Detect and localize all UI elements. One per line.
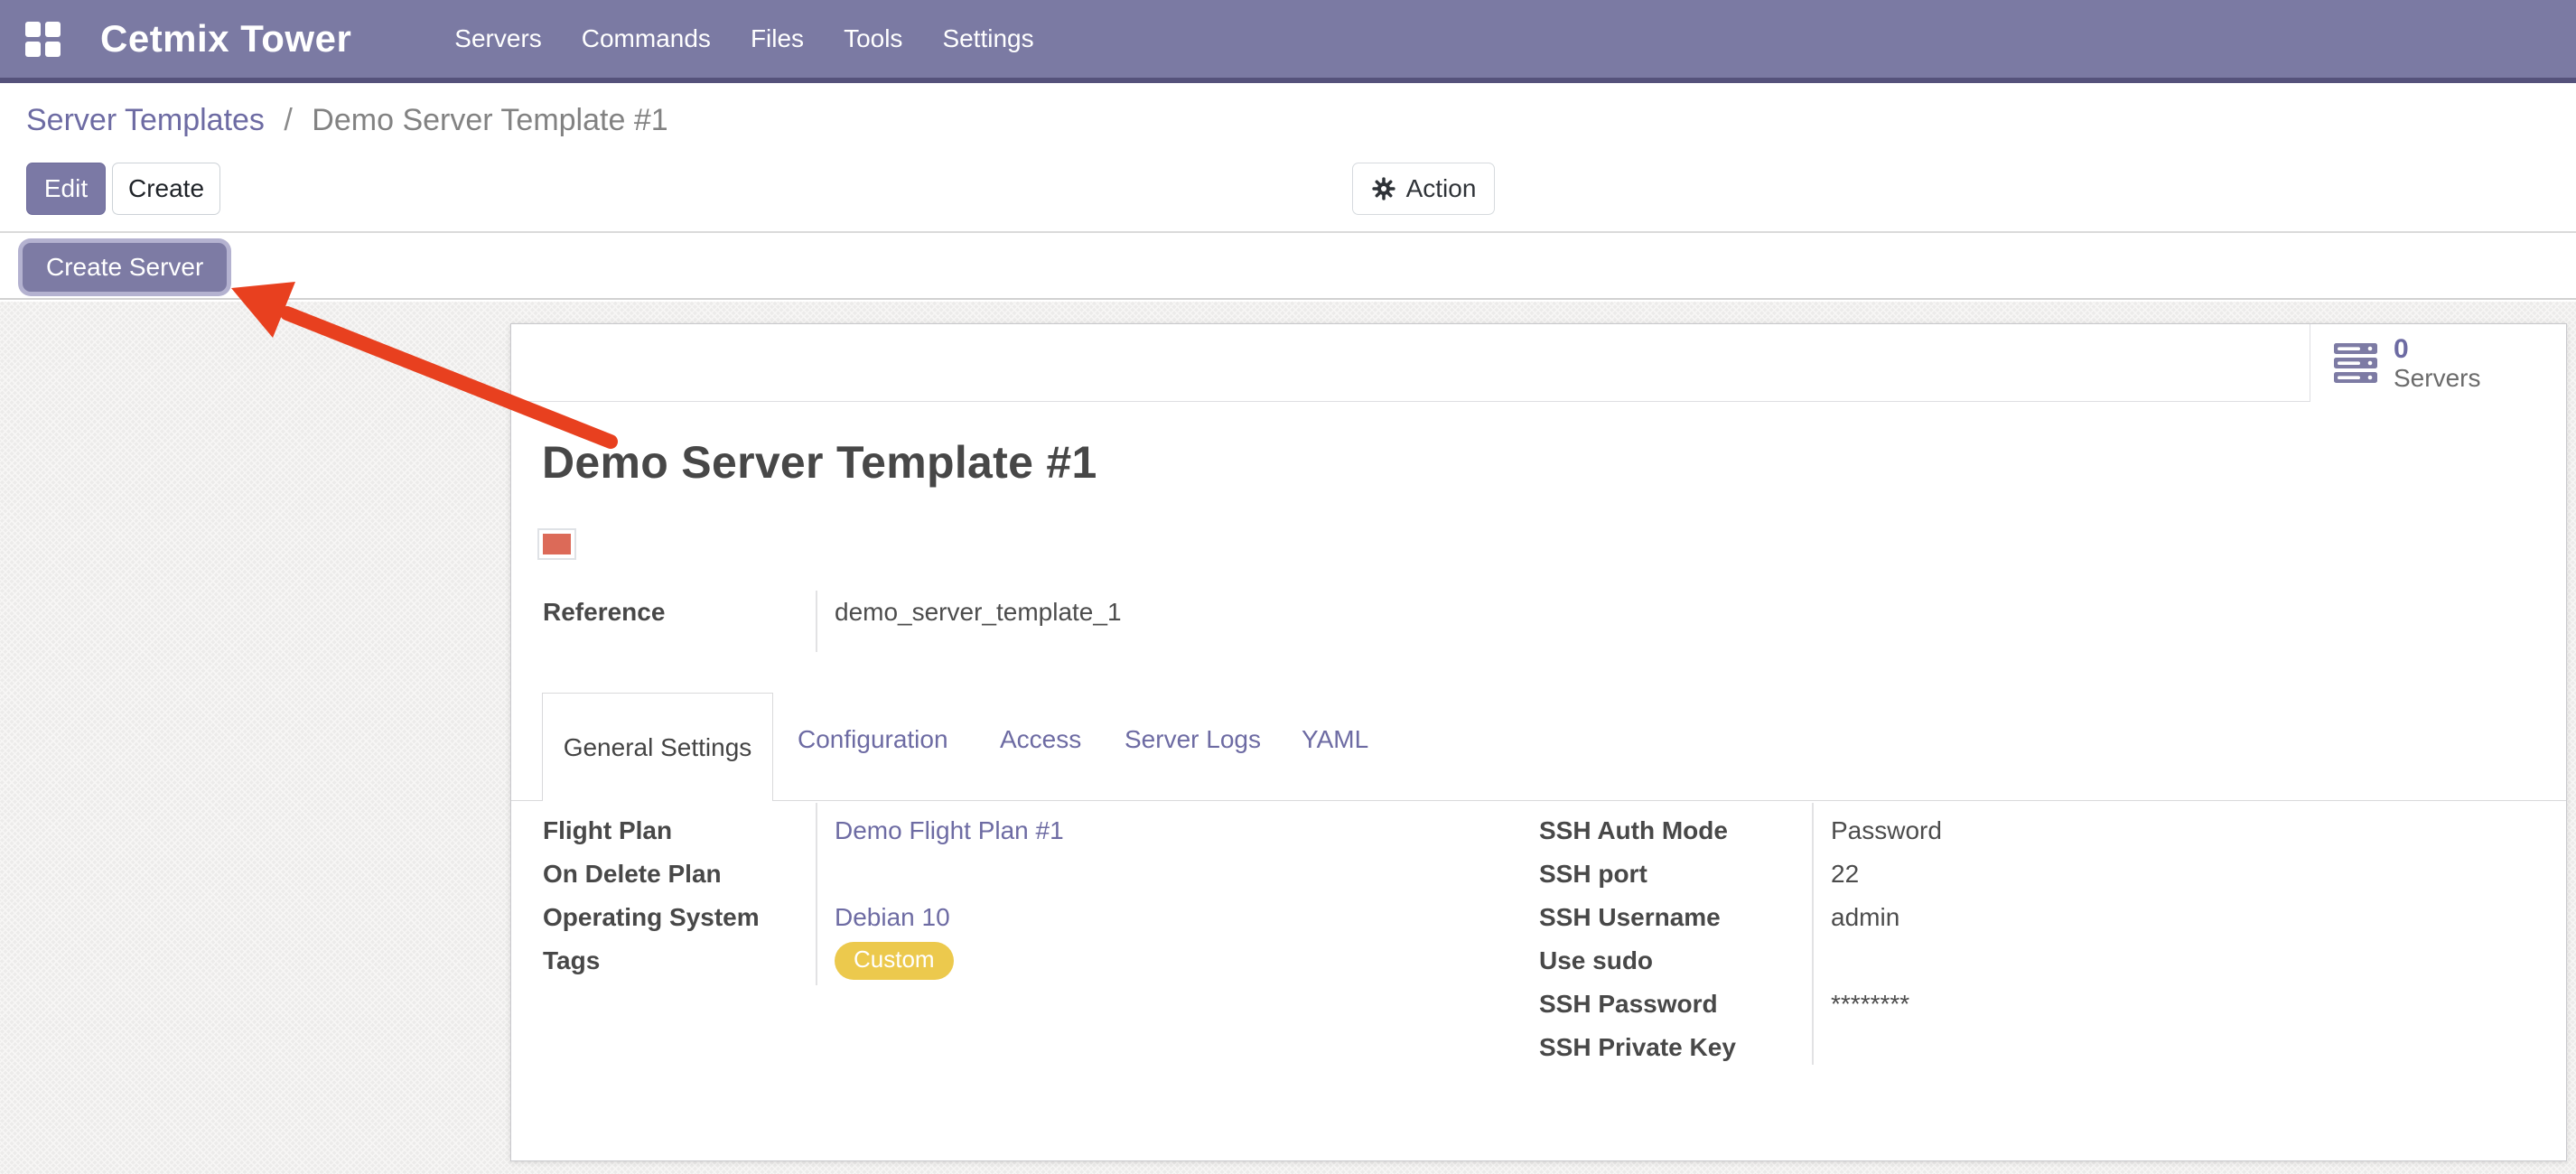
object-button-bar: Create Server [0, 235, 2576, 300]
field-value-flight-plan[interactable]: Demo Flight Plan #1 [816, 816, 1064, 845]
menu-item-servers[interactable]: Servers [453, 19, 543, 59]
field-row-flight-plan: Flight Plan Demo Flight Plan #1 [543, 809, 1356, 853]
tab-access[interactable]: Access [1000, 725, 1081, 754]
apps-grid-icon[interactable] [25, 22, 61, 57]
field-value-operating-system[interactable]: Debian 10 [816, 903, 950, 932]
tab-server-logs[interactable]: Server Logs [1125, 725, 1261, 754]
field-group-right: SSH Auth Mode Password SSH port 22 SSH U… [1539, 809, 2424, 1069]
tabbar-border [511, 800, 2566, 801]
servers-count: 0 [2394, 334, 2480, 365]
page: Cetmix Tower Servers Commands Files Tool… [0, 0, 2576, 1174]
server-stack-icon [2334, 343, 2377, 383]
create-button[interactable]: Create [112, 163, 220, 215]
field-label-use-sudo: Use sudo [1539, 946, 1812, 975]
control-panel: Server Templates / Demo Server Template … [0, 83, 2576, 233]
record-title: Demo Server Template #1 [542, 436, 1097, 489]
action-button[interactable]: Action [1352, 163, 1495, 215]
field-label-ssh-auth-mode: SSH Auth Mode [1539, 816, 1812, 845]
top-navbar: Cetmix Tower Servers Commands Files Tool… [0, 0, 2576, 83]
field-row-on-delete-plan: On Delete Plan [543, 853, 1356, 896]
field-row-tags: Tags Custom [543, 939, 1356, 983]
field-value-ssh-port: 22 [1812, 860, 1859, 889]
breadcrumb-parent-link[interactable]: Server Templates [26, 103, 265, 137]
servers-stat-text: 0 Servers [2394, 334, 2480, 393]
menu-item-commands[interactable]: Commands [580, 19, 713, 59]
servers-label: Servers [2394, 364, 2480, 392]
gear-icon [1371, 176, 1396, 201]
field-label-ssh-private-key: SSH Private Key [1539, 1033, 1812, 1062]
field-label-ssh-port: SSH port [1539, 860, 1812, 889]
tab-general-settings[interactable]: General Settings [542, 693, 773, 801]
action-button-label: Action [1406, 174, 1477, 203]
breadcrumb-current: Demo Server Template #1 [312, 103, 667, 137]
apps-grid-dot [45, 42, 61, 57]
field-row-operating-system: Operating System Debian 10 [543, 896, 1356, 939]
field-separator [816, 591, 817, 652]
field-value-ssh-username: admin [1812, 903, 1899, 932]
menu-item-settings[interactable]: Settings [940, 19, 1035, 59]
field-row-ssh-username: SSH Username admin [1539, 896, 2424, 939]
create-server-button[interactable]: Create Server [23, 243, 227, 292]
tab-yaml[interactable]: YAML [1302, 725, 1368, 754]
field-row-ssh-port: SSH port 22 [1539, 853, 2424, 896]
field-label-operating-system: Operating System [543, 903, 816, 932]
main-menu: Servers Commands Files Tools Settings [453, 19, 1035, 59]
field-group-left: Flight Plan Demo Flight Plan #1 On Delet… [543, 809, 1356, 983]
edit-button[interactable]: Edit [26, 163, 106, 215]
field-label-tags: Tags [543, 946, 816, 975]
field-value-ssh-password: ******** [1812, 990, 1909, 1019]
field-row-use-sudo: Use sudo [1539, 939, 2424, 983]
brand-title[interactable]: Cetmix Tower [100, 17, 351, 61]
breadcrumb-separator: / [284, 103, 292, 137]
form-sheet: 0 Servers Demo Server Template #1 Refere… [510, 323, 2567, 1161]
apps-grid-dot [25, 42, 41, 57]
content-area: 0 Servers Demo Server Template #1 Refere… [0, 302, 2576, 1174]
servers-stat-button[interactable]: 0 Servers [2310, 324, 2566, 402]
field-label-ssh-username: SSH Username [1539, 903, 1812, 932]
button-box-row: 0 Servers [511, 324, 2566, 402]
field-row-ssh-private-key: SSH Private Key [1539, 1026, 2424, 1069]
field-label-ssh-password: SSH Password [1539, 990, 1812, 1019]
reference-value: demo_server_template_1 [835, 598, 1122, 627]
tag-badge-custom: Custom [835, 942, 954, 980]
breadcrumb: Server Templates / Demo Server Template … [26, 103, 668, 138]
field-label-on-delete-plan: On Delete Plan [543, 860, 816, 889]
apps-grid-dot [25, 22, 41, 37]
reference-label: Reference [543, 598, 665, 627]
apps-grid-dot [45, 22, 61, 37]
field-value-ssh-auth-mode: Password [1812, 816, 1942, 845]
menu-item-tools[interactable]: Tools [842, 19, 904, 59]
menu-item-files[interactable]: Files [749, 19, 806, 59]
field-row-ssh-auth-mode: SSH Auth Mode Password [1539, 809, 2424, 853]
field-row-ssh-password: SSH Password ******** [1539, 983, 2424, 1026]
color-swatch [539, 530, 574, 558]
tab-configuration[interactable]: Configuration [798, 725, 948, 754]
field-label-flight-plan: Flight Plan [543, 816, 816, 845]
